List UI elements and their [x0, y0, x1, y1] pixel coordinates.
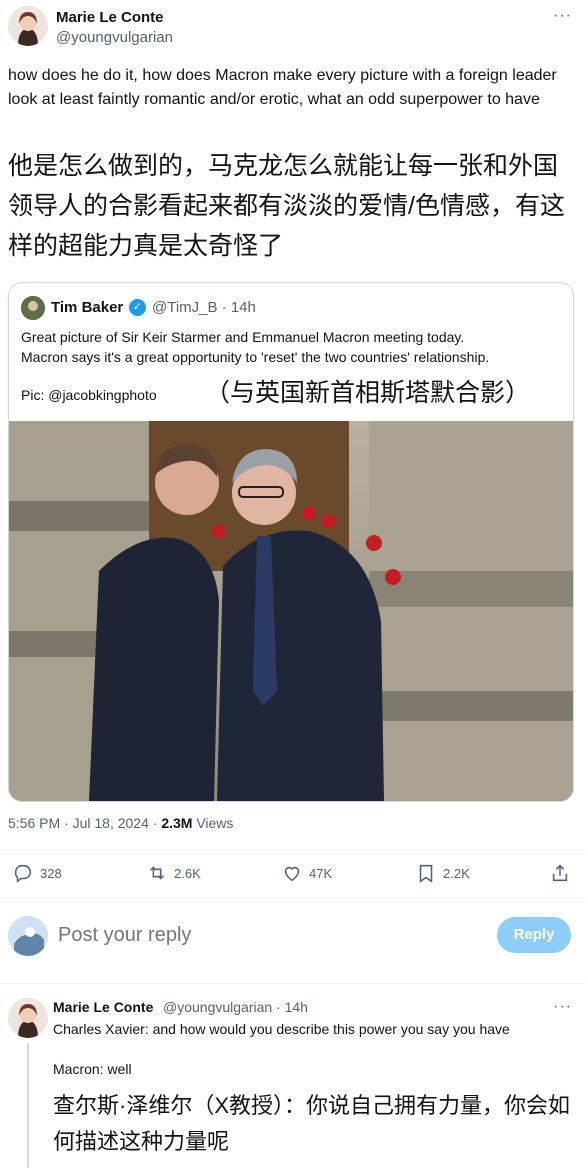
more-options-icon[interactable]: ··· — [553, 7, 572, 25]
tweet-text-translation: 他是怎么做到的，马克龙怎么就能让每一张和外国领导人的合影看起来都有淡淡的爱情/色… — [8, 152, 565, 260]
share-action[interactable] — [549, 862, 571, 884]
reply-action[interactable]: 328 — [12, 862, 62, 884]
author-name[interactable]: Marie Le Conte — [56, 9, 164, 26]
quoted-author-handle: @TimJ_B · 14h — [152, 299, 256, 316]
quoted-author-name: Tim Baker — [51, 299, 124, 316]
divider — [0, 849, 585, 850]
divider — [0, 983, 585, 984]
like-action[interactable]: 47K — [281, 862, 332, 884]
quoted-caption-translation: （与英国新首相斯塔默合影） — [205, 379, 531, 407]
post-photo[interactable] — [9, 421, 573, 801]
photo-credit: Pic: @jacobkingphoto — [21, 387, 157, 403]
reply-input[interactable] — [58, 924, 438, 947]
quoted-author-avatar — [21, 296, 45, 320]
quoted-text-line: Macron says it's a great opportunity to … — [21, 349, 490, 365]
share-icon — [552, 864, 568, 882]
post-timestamp[interactable]: 5:56 PM · Jul 18, 2024 · 2.3M Views — [8, 815, 233, 831]
bookmark-icon — [419, 864, 433, 883]
author-avatar[interactable] — [8, 6, 48, 46]
current-user-avatar[interactable] — [8, 916, 48, 956]
repost-count: 2.6K — [174, 865, 201, 881]
divider — [0, 902, 585, 903]
bookmark-action[interactable]: 2.2K — [415, 862, 470, 884]
quoted-text-line: Great picture of Sir Keir Starmer and Em… — [21, 329, 465, 345]
reply-count: 328 — [40, 865, 62, 881]
author-handle[interactable]: @youngvulgarian — [56, 29, 173, 46]
bookmark-count: 2.2K — [443, 865, 470, 881]
reply-author-handle[interactable]: @youngvulgarian · 14h — [163, 999, 308, 1015]
verified-badge-icon: ✓ — [129, 299, 146, 316]
tweet-text: how does he do it, how does Macron make … — [8, 67, 557, 108]
reply-text-line: Macron: well — [53, 1061, 132, 1077]
like-count: 47K — [309, 865, 333, 881]
reply-button[interactable]: Reply — [497, 917, 571, 953]
heart-icon — [284, 866, 300, 882]
reply-author-name[interactable]: Marie Le Conte — [53, 999, 153, 1015]
reply-author-avatar[interactable] — [8, 998, 48, 1038]
reply-text-line: Charles Xavier: and how would you descri… — [53, 1021, 510, 1037]
repost-action[interactable]: 2.6K — [146, 862, 201, 884]
view-count: 2.3M — [161, 815, 193, 831]
post-time-date: 5:56 PM · Jul 18, 2024 · — [8, 815, 162, 831]
reply-icon — [14, 864, 32, 883]
quoted-post[interactable]: Tim Baker ✓ @TimJ_B · 14h Great picture … — [8, 282, 574, 802]
thread-line — [27, 1043, 29, 1168]
more-options-icon[interactable]: ··· — [553, 998, 572, 1016]
repost-icon — [150, 866, 164, 880]
reply-text-translation: 查尔斯·泽维尔（X教授）：你说自己拥有力量，你会如何描述这种力量呢 — [53, 1093, 571, 1154]
views-label: Views — [192, 815, 234, 831]
